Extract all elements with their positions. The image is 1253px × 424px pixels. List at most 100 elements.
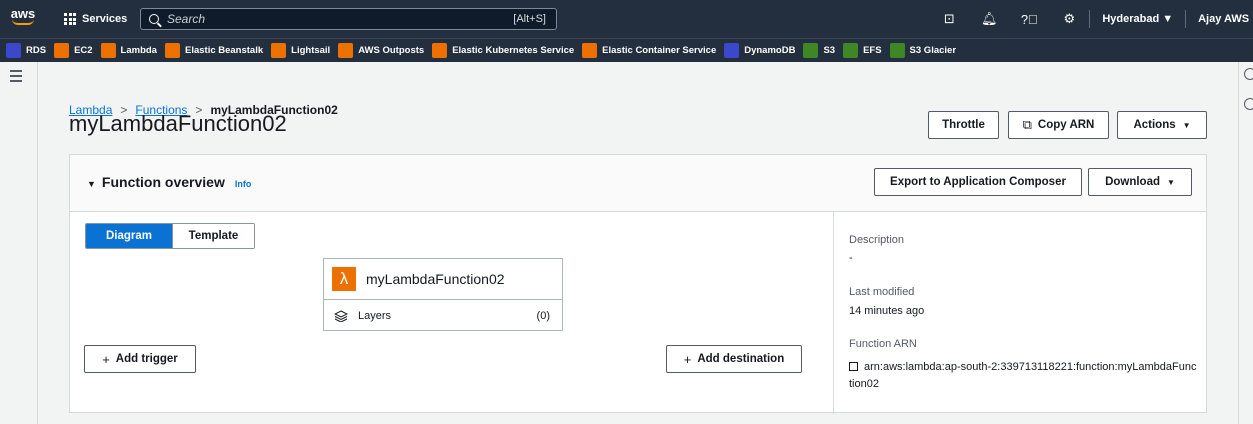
add-destination-label: Add destination bbox=[697, 353, 785, 365]
glacier-icon bbox=[889, 43, 905, 58]
bell-icon[interactable]: 🔔︎ bbox=[978, 11, 1000, 27]
side-divider bbox=[37, 62, 38, 424]
favorite-lambda[interactable]: Lambda bbox=[100, 43, 157, 58]
favorite-label: Lightsail bbox=[291, 45, 331, 56]
favorite-label: AWS Outposts bbox=[358, 45, 425, 56]
region-selector[interactable]: Hyderabad ▼ bbox=[1090, 13, 1185, 25]
grid-icon bbox=[64, 13, 76, 25]
favorite-lightsail[interactable]: Lightsail bbox=[271, 43, 330, 58]
description-label: Description bbox=[849, 234, 905, 246]
layers-row[interactable]: Layers (0) bbox=[324, 300, 562, 331]
plus-icon: + bbox=[683, 351, 692, 367]
layers-count: (0) bbox=[536, 309, 550, 322]
search-box[interactable]: [Alt+S] bbox=[140, 8, 557, 30]
rds-icon bbox=[6, 43, 21, 58]
help-icon[interactable]: ?⃝ bbox=[1018, 12, 1040, 27]
favorite-label: Elastic Container Service bbox=[602, 45, 717, 56]
clock-icon[interactable] bbox=[1244, 98, 1253, 110]
function-arn: arn:aws:lambda:ap-south-2:339713118221:f… bbox=[849, 359, 1199, 393]
caret-down-icon: ▼ bbox=[1167, 177, 1175, 187]
copy-arn-button[interactable]: ⧉ Copy ARN bbox=[1008, 111, 1109, 139]
top-navigation: aws Services [Alt+S] ⊡ 🔔︎ ?⃝ ⚙ Hyderabad… bbox=[0, 0, 1253, 38]
function-overview-title: Function overview bbox=[101, 174, 225, 190]
search-icon bbox=[149, 14, 159, 24]
throttle-label: Throttle bbox=[942, 119, 985, 131]
favorite-label: S3 Glacier bbox=[909, 45, 957, 56]
favorite-aws-outposts[interactable]: AWS Outposts bbox=[338, 43, 424, 58]
ec2-icon bbox=[54, 43, 70, 58]
panel-divider bbox=[833, 212, 834, 414]
favorite-label: EFS bbox=[863, 45, 882, 56]
favorite-ec2[interactable]: EC2 bbox=[54, 43, 93, 58]
throttle-button[interactable]: Throttle bbox=[928, 111, 999, 139]
search-input[interactable] bbox=[167, 12, 467, 26]
copy-icon[interactable] bbox=[849, 362, 858, 371]
copy-icon: ⧉ bbox=[1022, 117, 1032, 132]
favorite-efs[interactable]: EFS bbox=[843, 43, 882, 58]
favorite-rds[interactable]: RDS bbox=[6, 43, 46, 58]
export-label: Export to Application Composer bbox=[890, 176, 1066, 188]
side-divider bbox=[1238, 62, 1239, 424]
lambda-icon: λ bbox=[332, 267, 356, 291]
gear-icon[interactable]: ⚙ bbox=[1058, 11, 1080, 27]
favorite-label: RDS bbox=[26, 45, 47, 56]
favorite-label: DynamoDB bbox=[744, 45, 796, 56]
services-menu-button[interactable]: Services bbox=[64, 10, 127, 28]
account-menu[interactable]: Ajay AWS ▼ bbox=[1186, 13, 1253, 25]
favorite-label: EC2 bbox=[74, 45, 93, 56]
function-overview-toggle[interactable]: ▼ Function overview Info bbox=[87, 174, 251, 190]
add-trigger-button[interactable]: + Add trigger bbox=[84, 345, 196, 373]
menu-icon[interactable] bbox=[10, 70, 22, 85]
aws-logo[interactable]: aws bbox=[8, 7, 38, 25]
panel-header: ▼ Function overview Info Export to Appli… bbox=[70, 155, 1206, 212]
favorite-s3-glacier[interactable]: S3 Glacier bbox=[889, 43, 957, 58]
download-button[interactable]: Download ▼ bbox=[1088, 168, 1192, 196]
add-trigger-label: Add trigger bbox=[115, 353, 178, 365]
favorite-label: Lambda bbox=[120, 45, 157, 56]
function-node-name: myLambdaFunction02 bbox=[366, 271, 505, 287]
actions-label: Actions bbox=[1133, 119, 1176, 131]
plus-icon: + bbox=[102, 351, 110, 367]
top-right-controls: ⊡ 🔔︎ ?⃝ ⚙ Hyderabad ▼ Ajay AWS ▼ bbox=[929, 0, 1253, 38]
favorite-dynamodb[interactable]: DynamoDB bbox=[724, 43, 795, 58]
page-title: myLambdaFunction02 bbox=[69, 111, 287, 136]
favorite-elastic-container-service[interactable]: Elastic Container Service bbox=[582, 43, 716, 58]
last-modified-value: 14 minutes ago bbox=[849, 305, 925, 317]
s3-icon bbox=[803, 43, 819, 58]
tab-diagram[interactable]: Diagram bbox=[86, 224, 172, 248]
favorite-elastic-beanstalk[interactable]: Elastic Beanstalk bbox=[164, 43, 264, 58]
aws-smile-icon bbox=[12, 19, 34, 25]
outposts-icon bbox=[338, 43, 354, 58]
layers-label: Layers bbox=[358, 309, 392, 322]
favorite-elastic-kubernetes-service[interactable]: Elastic Kubernetes Service bbox=[432, 43, 574, 58]
beanstalk-icon bbox=[164, 43, 180, 58]
lightsail-icon bbox=[271, 43, 287, 58]
cloudshell-icon[interactable]: ⊡ bbox=[938, 11, 960, 27]
add-destination-button[interactable]: + Add destination bbox=[666, 345, 802, 373]
favorite-label: S3 bbox=[823, 45, 836, 56]
layers-icon bbox=[334, 309, 348, 322]
aws-logo-text: aws bbox=[10, 5, 36, 21]
view-toggle: Diagram Template bbox=[85, 223, 255, 249]
download-label: Download bbox=[1105, 176, 1161, 188]
tab-template[interactable]: Template bbox=[172, 224, 254, 248]
lambda-icon bbox=[100, 43, 116, 58]
services-label: Services bbox=[82, 13, 128, 25]
info-panel-icon[interactable] bbox=[1244, 68, 1253, 80]
function-arn-label: Function ARN bbox=[849, 338, 917, 350]
function-node-header: λ myLambdaFunction02 bbox=[324, 259, 562, 300]
eks-icon bbox=[432, 43, 448, 58]
search-shortcut: [Alt+S] bbox=[513, 13, 546, 25]
description-value: - bbox=[849, 252, 853, 264]
info-link[interactable]: Info bbox=[235, 179, 252, 189]
favorite-label: Elastic Kubernetes Service bbox=[452, 45, 575, 56]
caret-down-icon: ▼ bbox=[1182, 120, 1191, 130]
favorite-label: Elastic Beanstalk bbox=[184, 45, 264, 56]
dynamodb-icon bbox=[724, 43, 740, 58]
export-composer-button[interactable]: Export to Application Composer bbox=[874, 168, 1082, 196]
last-modified-label: Last modified bbox=[849, 286, 915, 298]
actions-button[interactable]: Actions ▼ bbox=[1117, 111, 1207, 139]
efs-icon bbox=[843, 43, 859, 58]
favorite-s3[interactable]: S3 bbox=[803, 43, 835, 58]
function-node[interactable]: λ myLambdaFunction02 Layers (0) bbox=[323, 258, 563, 331]
